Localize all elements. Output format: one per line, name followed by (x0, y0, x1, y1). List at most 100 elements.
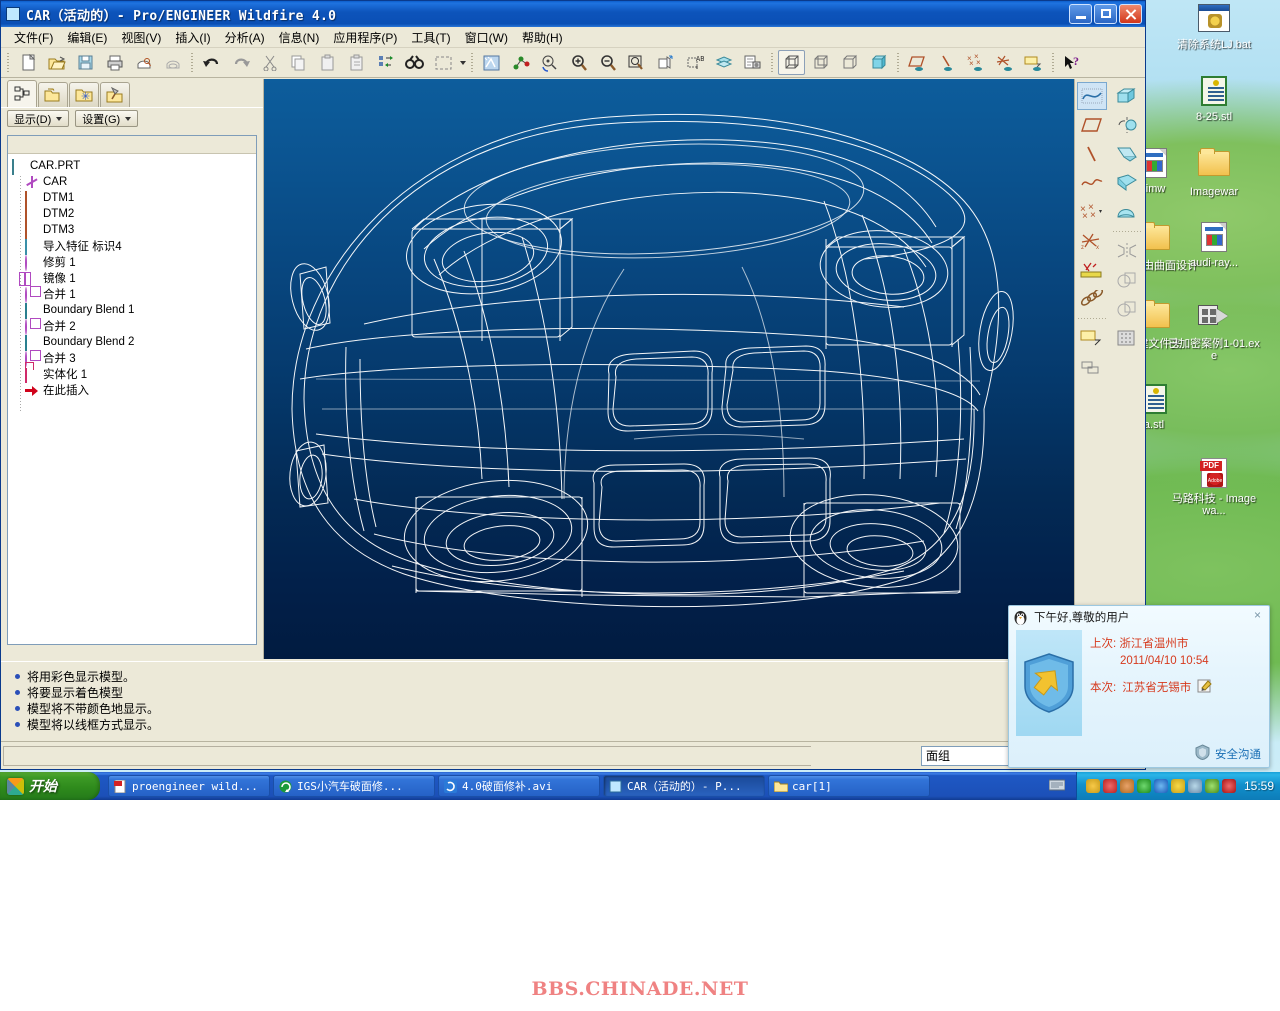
tree-row-merge-1[interactable]: 合并 1 (12, 286, 256, 303)
analysis-point-icon[interactable] (1077, 256, 1107, 284)
hidden-line-icon[interactable] (807, 50, 834, 75)
cut-icon[interactable] (256, 50, 283, 75)
menu-tools[interactable]: 工具(T) (404, 27, 457, 48)
taskbar-item-proengineer[interactable]: proengineer wild... (108, 775, 270, 797)
datum-annotation-icon[interactable] (1020, 50, 1047, 75)
desktop-icon-clear-system[interactable]: 清除系统LJ.bat (1168, 4, 1260, 51)
qq-notification-popup[interactable]: 下午好,尊敬的用户 × 上次: 浙江省温州市 2011/04/10 10:54 … (1008, 605, 1270, 768)
print-preview-icon[interactable] (130, 50, 157, 75)
save-view-snapshot-icon[interactable] (739, 50, 766, 75)
print-icon[interactable] (101, 50, 128, 75)
tree-row-root[interactable]: CAR.PRT (12, 158, 256, 175)
tree-row-car-csys[interactable]: CAR (12, 174, 256, 190)
named-view-icon[interactable] (652, 50, 679, 75)
no-hidden-icon[interactable] (836, 50, 863, 75)
mail-icon[interactable] (159, 50, 186, 75)
antivirus-icon[interactable] (1136, 779, 1151, 793)
tree-show-button[interactable]: 显示(D) (7, 110, 70, 127)
start-button[interactable]: 开始 (0, 772, 100, 800)
datum-axis-icon[interactable] (1077, 140, 1107, 168)
input-method-icon[interactable] (1085, 779, 1100, 793)
tree-row-mirror-1[interactable]: 镜像 1 (12, 270, 256, 286)
pdf-reader-icon[interactable] (1119, 779, 1134, 793)
menu-view[interactable]: 视图(V) (114, 27, 168, 48)
zoom-out-icon[interactable] (594, 50, 621, 75)
paste-icon[interactable] (314, 50, 341, 75)
select-box-dropdown-icon[interactable] (458, 53, 467, 73)
offset-csys-icon[interactable] (1077, 324, 1107, 352)
datum-point-icon[interactable]: × × × × (962, 50, 989, 75)
sketch-curve-icon[interactable] (1077, 169, 1107, 197)
tab-favorites[interactable]: ✳ (69, 82, 99, 107)
datum-axis-icon[interactable] (933, 50, 960, 75)
edit-pencil-icon[interactable] (1197, 678, 1214, 699)
save-icon[interactable] (72, 50, 99, 75)
blend-icon[interactable] (1112, 169, 1142, 197)
speaker-icon[interactable] (1204, 779, 1219, 793)
spin-center-icon[interactable] (507, 50, 534, 75)
taskbar-item-avi[interactable]: 4.0破面修补.avi (438, 775, 600, 797)
pattern-icon[interactable] (1112, 324, 1142, 352)
repaint-icon[interactable] (478, 50, 505, 75)
desktop-icon-stl-825[interactable]: 8-25.stl (1168, 76, 1260, 123)
close-button[interactable] (1119, 4, 1142, 24)
taskbar-item-folder[interactable]: car[1] (768, 775, 930, 797)
copy-icon[interactable] (285, 50, 312, 75)
desktop-icon-imagewar[interactable]: Imagewar (1168, 148, 1260, 198)
undo-icon[interactable] (198, 50, 225, 75)
curve-icon[interactable] (1077, 82, 1108, 110)
open-folder-icon[interactable] (43, 50, 70, 75)
tree-row-solidify-1[interactable]: 实体化 1 (12, 366, 256, 383)
menu-window[interactable]: 窗口(W) (458, 27, 515, 48)
zoom-in-icon[interactable] (565, 50, 592, 75)
tree-row-boundary-blend-2[interactable]: Boundary Blend 2 (12, 334, 256, 351)
menu-applications[interactable]: 应用程序(P) (326, 27, 404, 48)
new-file-icon[interactable] (14, 50, 41, 75)
menu-analysis[interactable]: 分析(A) (218, 27, 272, 48)
copy-surface-icon[interactable] (1077, 353, 1107, 381)
tree-row-insert-here[interactable]: 在此插入 (12, 382, 256, 398)
sweep-icon[interactable] (1112, 140, 1142, 168)
paste-special-icon[interactable] (343, 50, 370, 75)
redo-icon[interactable] (227, 50, 254, 75)
menu-insert[interactable]: 插入(I) (168, 27, 217, 48)
tab-model-tree[interactable] (7, 80, 37, 107)
model-tree-panel[interactable]: CAR.PRT CAR DTM1 DTM2 DTM3 导入特征 标识4 修剪 1… (7, 135, 257, 645)
update-icon[interactable] (1170, 779, 1185, 793)
tree-row-dtm2[interactable]: DTM2 (12, 206, 256, 223)
tree-row-dtm3[interactable]: DTM3 (12, 222, 256, 239)
tree-row-import-feature[interactable]: 导入特征 标识4 (12, 238, 256, 255)
datum-plane-icon[interactable] (904, 50, 931, 75)
datum-csys-icon[interactable]: zx (1077, 227, 1107, 255)
tree-settings-button[interactable]: 设置(G) (75, 110, 139, 127)
tree-row-merge-2[interactable]: 合并 2 (12, 318, 256, 335)
tree-row-merge-3[interactable]: 合并 3 (12, 350, 256, 367)
select-box-icon[interactable] (430, 50, 457, 75)
desktop-icon-encrypted-case[interactable]: 已加密案例1-01.exe (1168, 300, 1260, 362)
find-icon[interactable] (401, 50, 428, 75)
maximize-button[interactable] (1094, 4, 1117, 24)
shading-icon[interactable] (865, 50, 892, 75)
desktop-icon-pdf[interactable]: PDF 马路科技 - Imagewa... (1168, 458, 1260, 517)
tree-row-boundary-blend-1[interactable]: Boundary Blend 1 (12, 302, 256, 319)
reorient-icon[interactable] (536, 50, 563, 75)
tab-folder-browser[interactable] (38, 82, 68, 107)
datum-point-icon[interactable]: × × × × (1077, 198, 1107, 226)
qq-icon[interactable] (1102, 779, 1117, 793)
trim-icon[interactable] (1112, 295, 1142, 323)
regenerate-icon[interactable] (372, 50, 399, 75)
taskbar-item-igs[interactable]: IGS小汽车破面修... (273, 775, 435, 797)
taskbar-item-car[interactable]: CAR（活动的）- P... (603, 775, 765, 797)
minimize-button[interactable] (1069, 4, 1092, 24)
menu-info[interactable]: 信息(N) (272, 27, 327, 48)
datum-plane-icon[interactable] (1077, 111, 1107, 139)
mirror-icon[interactable] (1112, 237, 1142, 265)
datum-csys-icon[interactable] (991, 50, 1018, 75)
show-desktop-icon[interactable] (1048, 778, 1066, 794)
layers-icon[interactable] (710, 50, 737, 75)
menu-help[interactable]: 帮助(H) (515, 27, 570, 48)
annotation-icon[interactable]: AB (681, 50, 708, 75)
menu-file[interactable]: 文件(F) (7, 27, 60, 48)
merge-icon[interactable] (1112, 266, 1142, 294)
boundary-blend-icon[interactable] (1112, 198, 1142, 226)
